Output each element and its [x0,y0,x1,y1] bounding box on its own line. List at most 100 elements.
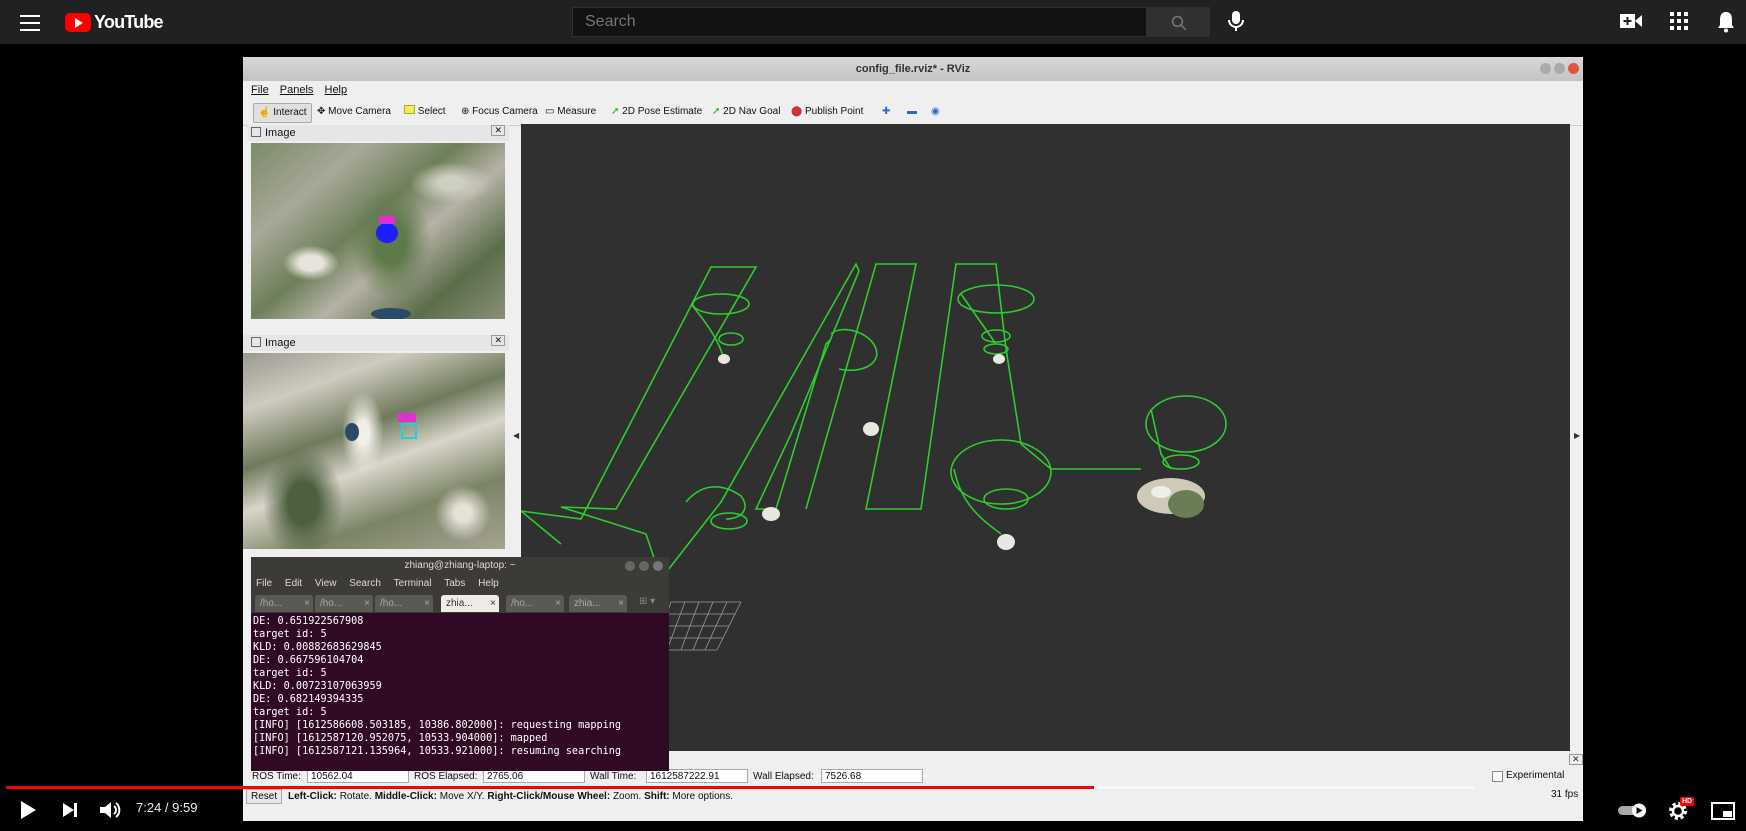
create-video-icon[interactable] [1620,13,1642,29]
terminal-menu-file[interactable]: File [256,578,272,589]
terminal-tab[interactable]: zhia... × [569,595,627,612]
terminal-line: DE: 0.667596104704 [253,655,364,666]
terminal-menubar: File Edit View Search Terminal Tabs Help [251,575,669,593]
wall-elapsed-field[interactable]: 7526.68 [821,769,923,783]
help-middle-click: Middle-Click: [374,791,437,802]
volume-icon[interactable] [99,800,121,820]
search-input[interactable] [573,8,1137,36]
terminal-line: KLD: 0.00723107063959 [253,681,382,692]
remove-tool-icon[interactable]: ▬ [903,103,921,121]
ros-time-label: ROS Time: [252,771,301,782]
experimental-label: Experimental [1506,770,1565,781]
tool-focus-camera[interactable]: ⊕ Focus Camera [457,103,542,121]
tool-measure[interactable]: ▭ Measure [541,103,600,121]
tab-close-icon[interactable]: × [555,595,561,612]
new-tab-icon[interactable]: ⊞ ▾ [639,596,655,607]
menu-panels[interactable]: Panels [280,81,314,99]
tool-interact-label: Interact [273,107,307,118]
terminal-menu-search[interactable]: Search [349,578,381,589]
select-icon [404,105,415,114]
menu-file[interactable]: File [251,81,269,99]
terminal-menu-tabs[interactable]: Tabs [444,578,465,589]
image-panel-1-title: Image [265,127,296,139]
experimental-checkbox[interactable] [1492,771,1503,782]
notifications-icon[interactable] [1717,11,1735,33]
tool-interact[interactable]: ☝ Interact [253,103,312,123]
tab-close-icon[interactable]: × [490,595,496,612]
terminal-tab[interactable]: /ho... × [375,595,433,612]
rviz-menubar: File Panels Help [243,81,1583,99]
terminal-menu-terminal[interactable]: Terminal [394,578,432,589]
detection-label [379,216,395,224]
play-icon[interactable] [19,800,37,820]
tool-2d-nav-goal[interactable]: ➚ 2D Nav Goal [708,103,784,121]
tool-properties-icon[interactable]: ◉ [927,103,944,121]
image-panel-2-close-icon[interactable]: ✕ [491,335,505,346]
tool-select[interactable]: Select [400,103,450,121]
help-middle-click-desc: Move X/Y. [439,791,485,802]
tool-measure-label: Measure [557,106,597,117]
terminal-tab-label: /ho... [511,598,534,609]
panel-collapse-left-icon[interactable]: ◀ [513,431,519,440]
tab-close-icon[interactable]: × [304,595,310,612]
terminal-title: zhiang@zhiang-laptop: ~ [404,560,516,571]
help-shift-desc: More options. [672,791,733,802]
tool-publish-point-label: Publish Point [804,106,864,117]
search-box[interactable] [572,7,1147,37]
tool-move-camera[interactable]: ✥ Move Camera [313,103,395,121]
tab-close-icon[interactable]: × [424,595,430,612]
maximize-button[interactable] [1554,63,1565,74]
next-icon[interactable] [62,802,78,818]
ros-elapsed-field[interactable]: 2765.06 [483,769,585,783]
tab-close-icon[interactable]: × [618,595,624,612]
terminal-minimize-button[interactable] [625,561,635,571]
move-camera-icon: ✥ [317,106,329,117]
menu-help[interactable]: Help [325,81,348,99]
panel-collapse-right-icon[interactable]: ▶ [1574,431,1580,440]
ros-time-field[interactable]: 10562.04 [307,769,409,783]
image-panel-1-close-icon[interactable]: ✕ [491,125,505,136]
tool-publish-point[interactable]: ⬤ Publish Point [787,103,867,121]
terminal-tab-active[interactable]: zhia... × [441,595,499,612]
detection-marker [376,223,398,243]
youtube-logo[interactable]: YouTube [65,11,164,33]
terminal-tab[interactable]: /ho... × [506,595,564,612]
wall-time-field[interactable]: 1612587222.91 [646,769,748,783]
aerial-image-2 [243,353,505,549]
close-button[interactable] [1568,63,1579,74]
microphone-icon[interactable] [1226,9,1246,33]
miniplayer-icon[interactable] [1711,802,1735,820]
terminal-tab[interactable]: /ho... × [315,595,373,612]
terminal-menu-view[interactable]: View [315,578,337,589]
tool-2d-pose-estimate[interactable]: ➚ 2D Pose Estimate [607,103,706,121]
tool-move-camera-label: Move Camera [328,106,391,117]
terminal-line: KLD: 0.00882683629845 [253,642,382,653]
tab-close-icon[interactable]: × [364,595,370,612]
apps-icon[interactable] [1670,12,1688,30]
terminal-tab-label: zhia... [446,598,473,609]
reset-button[interactable]: Reset [246,789,283,804]
autoplay-toggle[interactable] [1618,802,1648,818]
terminal-line: DE: 0.651922567908 [253,616,364,627]
ros-elapsed-label: ROS Elapsed: [414,771,478,782]
terminal-menu-edit[interactable]: Edit [285,578,302,589]
rviz-3d-viewport[interactable] [520,124,1570,751]
terminal-menu-help[interactable]: Help [478,578,499,589]
terminal-output[interactable]: DE: 0.651922567908 target id: 5 KLD: 0.0… [251,613,669,771]
help-left-click: Left-Click: [288,791,337,802]
terminal-tab[interactable]: /ho... × [255,595,313,612]
rviz-titlebar: config_file.rviz* - RViz [243,57,1583,81]
interact-icon: ☝ [258,107,274,118]
minimize-button[interactable] [1540,63,1551,74]
image-panel-1-header: Image ✕ [247,125,509,141]
search-button[interactable] [1147,7,1210,37]
menu-icon[interactable] [20,13,40,31]
help-right-click-desc: Zoom. [612,791,642,802]
add-tool-icon[interactable]: ✚ [878,103,894,121]
terminal-maximize-button[interactable] [639,561,649,571]
progress-bar-played [6,786,1094,789]
terrain-pointcloud [718,354,1015,550]
terminal-close-button[interactable] [653,561,663,571]
terminal-line: target id: 5 [253,707,327,718]
time-panel-close-icon[interactable]: ✕ [1569,754,1583,765]
